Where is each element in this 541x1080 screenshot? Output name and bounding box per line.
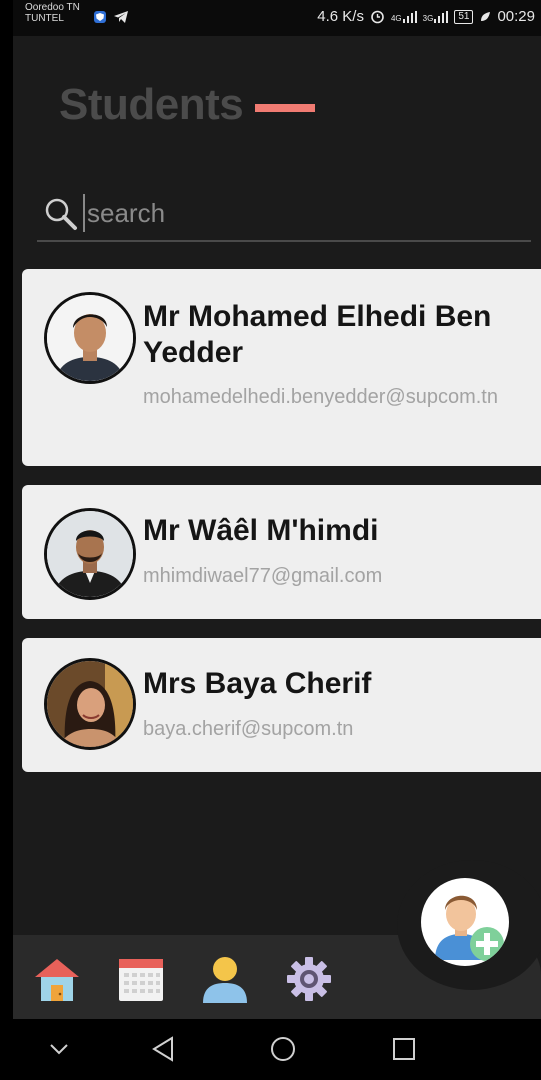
battery-icon: 51 (454, 9, 474, 24)
title-accent-bar (255, 104, 316, 112)
settings-icon (287, 957, 331, 1001)
student-email: mohamedelhedi.benyedder@supcom.tn (143, 386, 498, 408)
user-icon (203, 957, 247, 1003)
carrier-label: Ooredoo TN TUNTEL (25, 2, 80, 24)
network-speed: 4.6 K/s (317, 8, 364, 25)
nav-profile[interactable] (199, 953, 251, 1005)
recent-apps-icon[interactable] (391, 1035, 417, 1063)
avatar (44, 658, 136, 750)
chevron-down-icon[interactable] (47, 1035, 71, 1063)
system-navigation (13, 1019, 541, 1080)
signal-4g: 4G (391, 10, 417, 23)
search-input[interactable] (83, 194, 509, 232)
shield-icon (94, 11, 106, 23)
home-button-icon[interactable] (269, 1035, 297, 1063)
clock: 00:29 (497, 8, 535, 25)
leaf-icon (481, 11, 491, 21)
back-icon[interactable] (150, 1035, 176, 1063)
telegram-icon (114, 11, 128, 23)
student-name: Mrs Baya Cherif (143, 667, 372, 700)
carrier-name: Ooredoo TN (25, 2, 80, 13)
status-bar: Ooredoo TN TUNTEL 4.6 K/s 4G 3G 51 00:29 (13, 0, 541, 36)
signal-bars-icon (434, 10, 449, 23)
student-email: mhimdiwael77@gmail.com (143, 565, 383, 587)
avatar (44, 508, 136, 600)
student-photo-icon (47, 511, 133, 597)
signal-bars-icon (402, 10, 417, 23)
app-screen: Ooredoo TN TUNTEL 4.6 K/s 4G 3G 51 00:29… (13, 0, 541, 1080)
student-card[interactable]: Mr Mohamed Elhedi Ben Yedder mohamedelhe… (22, 269, 541, 466)
notification-icons (93, 10, 129, 24)
nav-settings[interactable] (283, 953, 335, 1005)
student-name: Mr Mohamed Elhedi Ben Yedder (143, 300, 492, 369)
search-icon[interactable] (43, 196, 79, 232)
student-name: Mr Wâêl M'himdi (143, 514, 379, 547)
calendar-icon (119, 959, 163, 1001)
student-card[interactable]: Mrs Baya Cherif baya.cherif@supcom.tn (22, 638, 541, 772)
student-photo-icon (47, 661, 133, 747)
signal-3g: 3G (423, 10, 449, 23)
search-bar (37, 190, 531, 242)
student-email: baya.cherif@supcom.tn (143, 718, 354, 740)
student-photo-icon (47, 295, 133, 381)
alarm-icon (371, 10, 384, 24)
nav-home[interactable] (31, 953, 83, 1005)
nav-calendar[interactable] (115, 953, 167, 1005)
avatar (44, 292, 136, 384)
student-card[interactable]: Mr Wâêl M'himdi mhimdiwael77@gmail.com (22, 485, 541, 619)
add-student-button[interactable] (421, 878, 509, 966)
carrier-secondary: TUNTEL (25, 13, 64, 24)
status-right: 4.6 K/s 4G 3G 51 00:29 (317, 8, 535, 25)
add-user-icon (435, 895, 504, 961)
home-icon (35, 959, 79, 1001)
page-title: Students (59, 80, 244, 129)
page-header: Students (59, 80, 316, 130)
